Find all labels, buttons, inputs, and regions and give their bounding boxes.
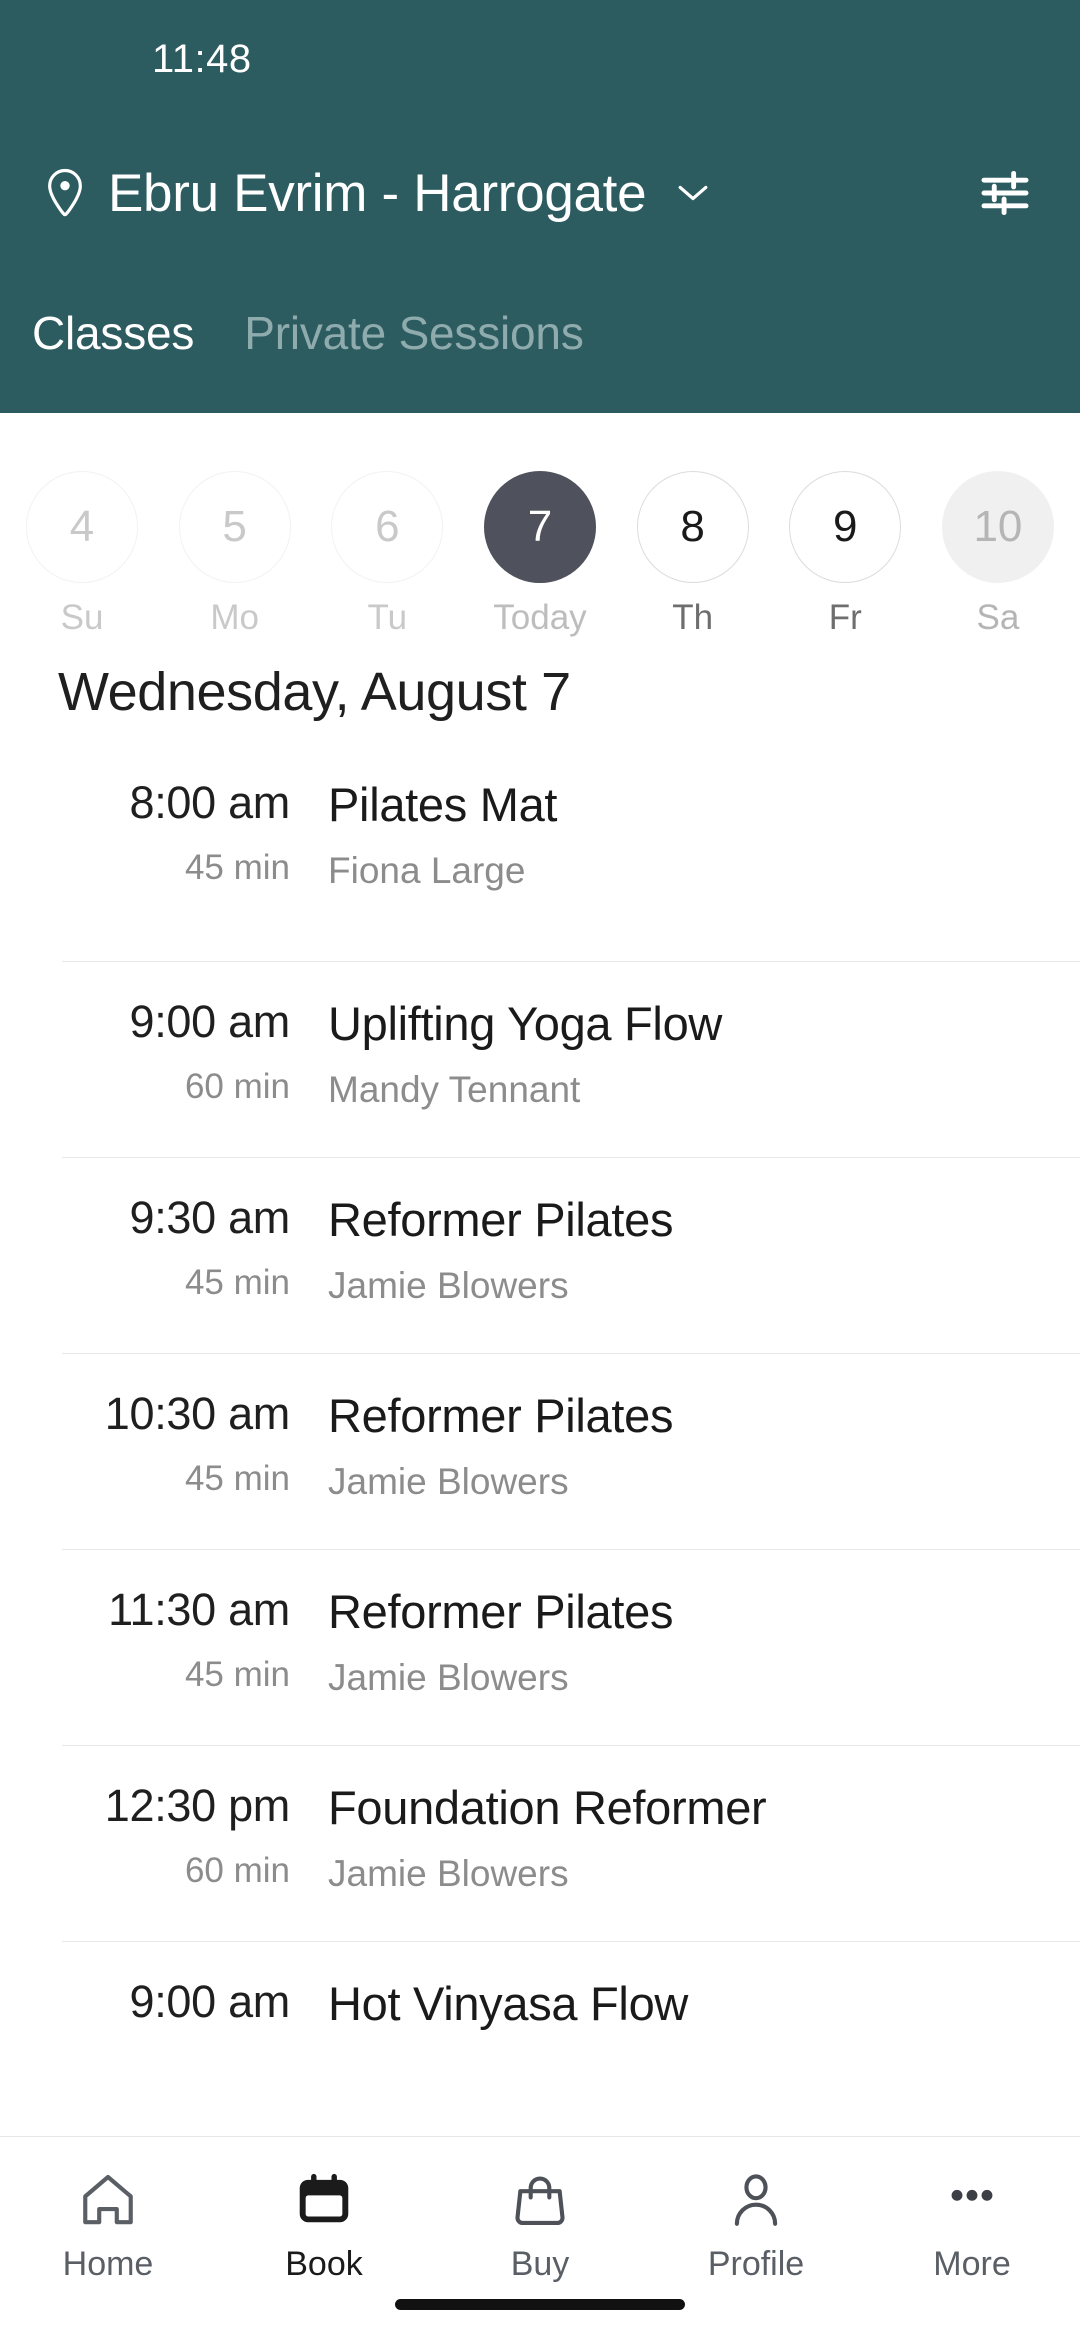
day-heading: Wednesday, August 7 — [58, 662, 571, 722]
location-pin-icon — [44, 167, 86, 219]
section-tabs: Classes Private Sessions — [0, 268, 1080, 398]
class-duration: 45 min — [184, 1655, 290, 1695]
class-name: Hot Vinyasa Flow — [328, 1977, 689, 2030]
date-number: 4 — [26, 471, 138, 583]
class-instructor: Jamie Blowers — [328, 1460, 569, 1502]
class-info-column: Foundation Reformer Jamie Blowers — [322, 1782, 1080, 1894]
class-info-column: Hot Vinyasa Flow — [322, 1978, 1080, 2050]
app-header: 11:48 Ebru Evrim - Harrogate Classes Pri… — [0, 0, 1080, 413]
class-time-column: 9:30 am 45 min — [62, 1194, 322, 1303]
nav-item-more[interactable]: More — [864, 2167, 1080, 2284]
class-instructor: Jamie Blowers — [328, 1264, 569, 1306]
app-screen: 11:48 Ebru Evrim - Harrogate Classes Pri… — [0, 0, 1080, 2340]
nav-item-home[interactable]: Home — [0, 2167, 216, 2284]
class-name: Reformer Pilates — [328, 1389, 674, 1442]
nav-item-profile[interactable]: Profile — [648, 2167, 864, 2284]
class-list: 8:00 am 45 min Pilates Mat Fiona Large 9… — [0, 723, 1080, 2136]
person-icon — [725, 2167, 787, 2233]
ellipsis-icon — [941, 2167, 1003, 2233]
class-name: Uplifting Yoga Flow — [328, 997, 723, 1050]
nav-label-more: More — [933, 2245, 1011, 2283]
class-row[interactable]: 9:00 am Hot Vinyasa Flow — [62, 1941, 1080, 2136]
date-number: 10 — [941, 471, 1054, 583]
class-time-column: 12:30 pm 60 min — [62, 1782, 322, 1891]
home-indicator — [395, 2299, 685, 2310]
class-time-column: 9:00 am — [62, 1978, 322, 2047]
class-time-column: 11:30 am 45 min — [62, 1586, 322, 1695]
class-info-column: Reformer Pilates Jamie Blowers — [322, 1390, 1080, 1502]
class-row[interactable]: 10:30 am 45 min Reformer Pilates Jamie B… — [62, 1353, 1080, 1549]
class-row[interactable]: 9:30 am 45 min Reformer Pilates Jamie Bl… — [62, 1157, 1080, 1353]
class-time-column: 8:00 am 45 min — [62, 779, 322, 888]
class-time: 9:00 am — [129, 996, 291, 1047]
nav-label-profile: Profile — [707, 2245, 805, 2283]
class-row[interactable]: 12:30 pm 60 min Foundation Reformer Jami… — [62, 1745, 1080, 1941]
class-row[interactable]: 11:30 am 45 min Reformer Pilates Jamie B… — [62, 1549, 1080, 1745]
status-bar: 11:48 — [0, 0, 1080, 118]
tab-classes[interactable]: Classes — [32, 306, 220, 398]
status-clock: 11:48 — [152, 36, 252, 81]
class-row[interactable]: 9:00 am 60 min Uplifting Yoga Flow Mandy… — [62, 961, 1080, 1157]
class-duration: 45 min — [184, 1263, 290, 1303]
class-name: Foundation Reformer — [328, 1781, 767, 1834]
class-instructor: Mandy Tennant — [328, 1068, 581, 1110]
filter-sliders-icon[interactable] — [976, 164, 1034, 222]
class-info-column: Pilates Mat Fiona Large — [322, 779, 1080, 891]
class-instructor: Jamie Blowers — [328, 1852, 569, 1894]
class-time-column: 10:30 am 45 min — [62, 1390, 322, 1499]
class-instructor: Fiona Large — [328, 849, 526, 891]
class-name: Pilates Mat — [328, 778, 558, 831]
class-info-column: Uplifting Yoga Flow Mandy Tennant — [322, 998, 1080, 1110]
shopping-bag-icon — [509, 2167, 571, 2233]
class-time: 8:00 am — [129, 777, 291, 828]
class-time: 12:30 pm — [104, 1780, 291, 1831]
location-bar: Ebru Evrim - Harrogate — [0, 118, 1080, 268]
class-row[interactable]: 8:00 am 45 min Pilates Mat Fiona Large — [62, 765, 1080, 961]
class-time: 10:30 am — [104, 1388, 291, 1439]
class-time: 9:30 am — [129, 1192, 291, 1243]
class-info-column: Reformer Pilates Jamie Blowers — [322, 1586, 1080, 1698]
class-time: 9:00 am — [129, 1976, 291, 2027]
class-duration: 45 min — [184, 1459, 290, 1499]
date-number: 8 — [636, 471, 749, 583]
nav-item-book[interactable]: Book — [216, 2167, 432, 2284]
date-number: 7 — [483, 471, 596, 583]
class-duration: 60 min — [184, 1067, 290, 1107]
class-instructor: Jamie Blowers — [328, 1656, 569, 1698]
date-number: 5 — [178, 471, 291, 583]
nav-label-home: Home — [62, 2245, 154, 2283]
class-duration: 45 min — [184, 848, 290, 888]
class-time: 11:30 am — [108, 1584, 290, 1635]
home-icon — [77, 2167, 139, 2233]
tab-private-sessions[interactable]: Private Sessions — [220, 306, 609, 398]
class-info-column: Reformer Pilates Jamie Blowers — [322, 1194, 1080, 1306]
class-time-column: 9:00 am 60 min — [62, 998, 322, 1107]
class-duration: 60 min — [184, 1851, 290, 1891]
class-name: Reformer Pilates — [328, 1585, 674, 1638]
date-number: 6 — [331, 471, 444, 583]
class-name: Reformer Pilates — [328, 1193, 674, 1246]
nav-label-buy: Buy — [510, 2245, 570, 2283]
nav-item-buy[interactable]: Buy — [432, 2167, 648, 2284]
date-strip: 4 Su 5 Mo 6 Tu 7 Today 8 Th 9 Fr 10 Sa — [0, 413, 1080, 635]
chevron-down-icon[interactable] — [676, 176, 710, 210]
calendar-icon — [293, 2167, 355, 2233]
date-number: 9 — [789, 471, 902, 583]
location-title[interactable]: Ebru Evrim - Harrogate — [108, 163, 647, 224]
nav-label-book: Book — [285, 2245, 363, 2283]
